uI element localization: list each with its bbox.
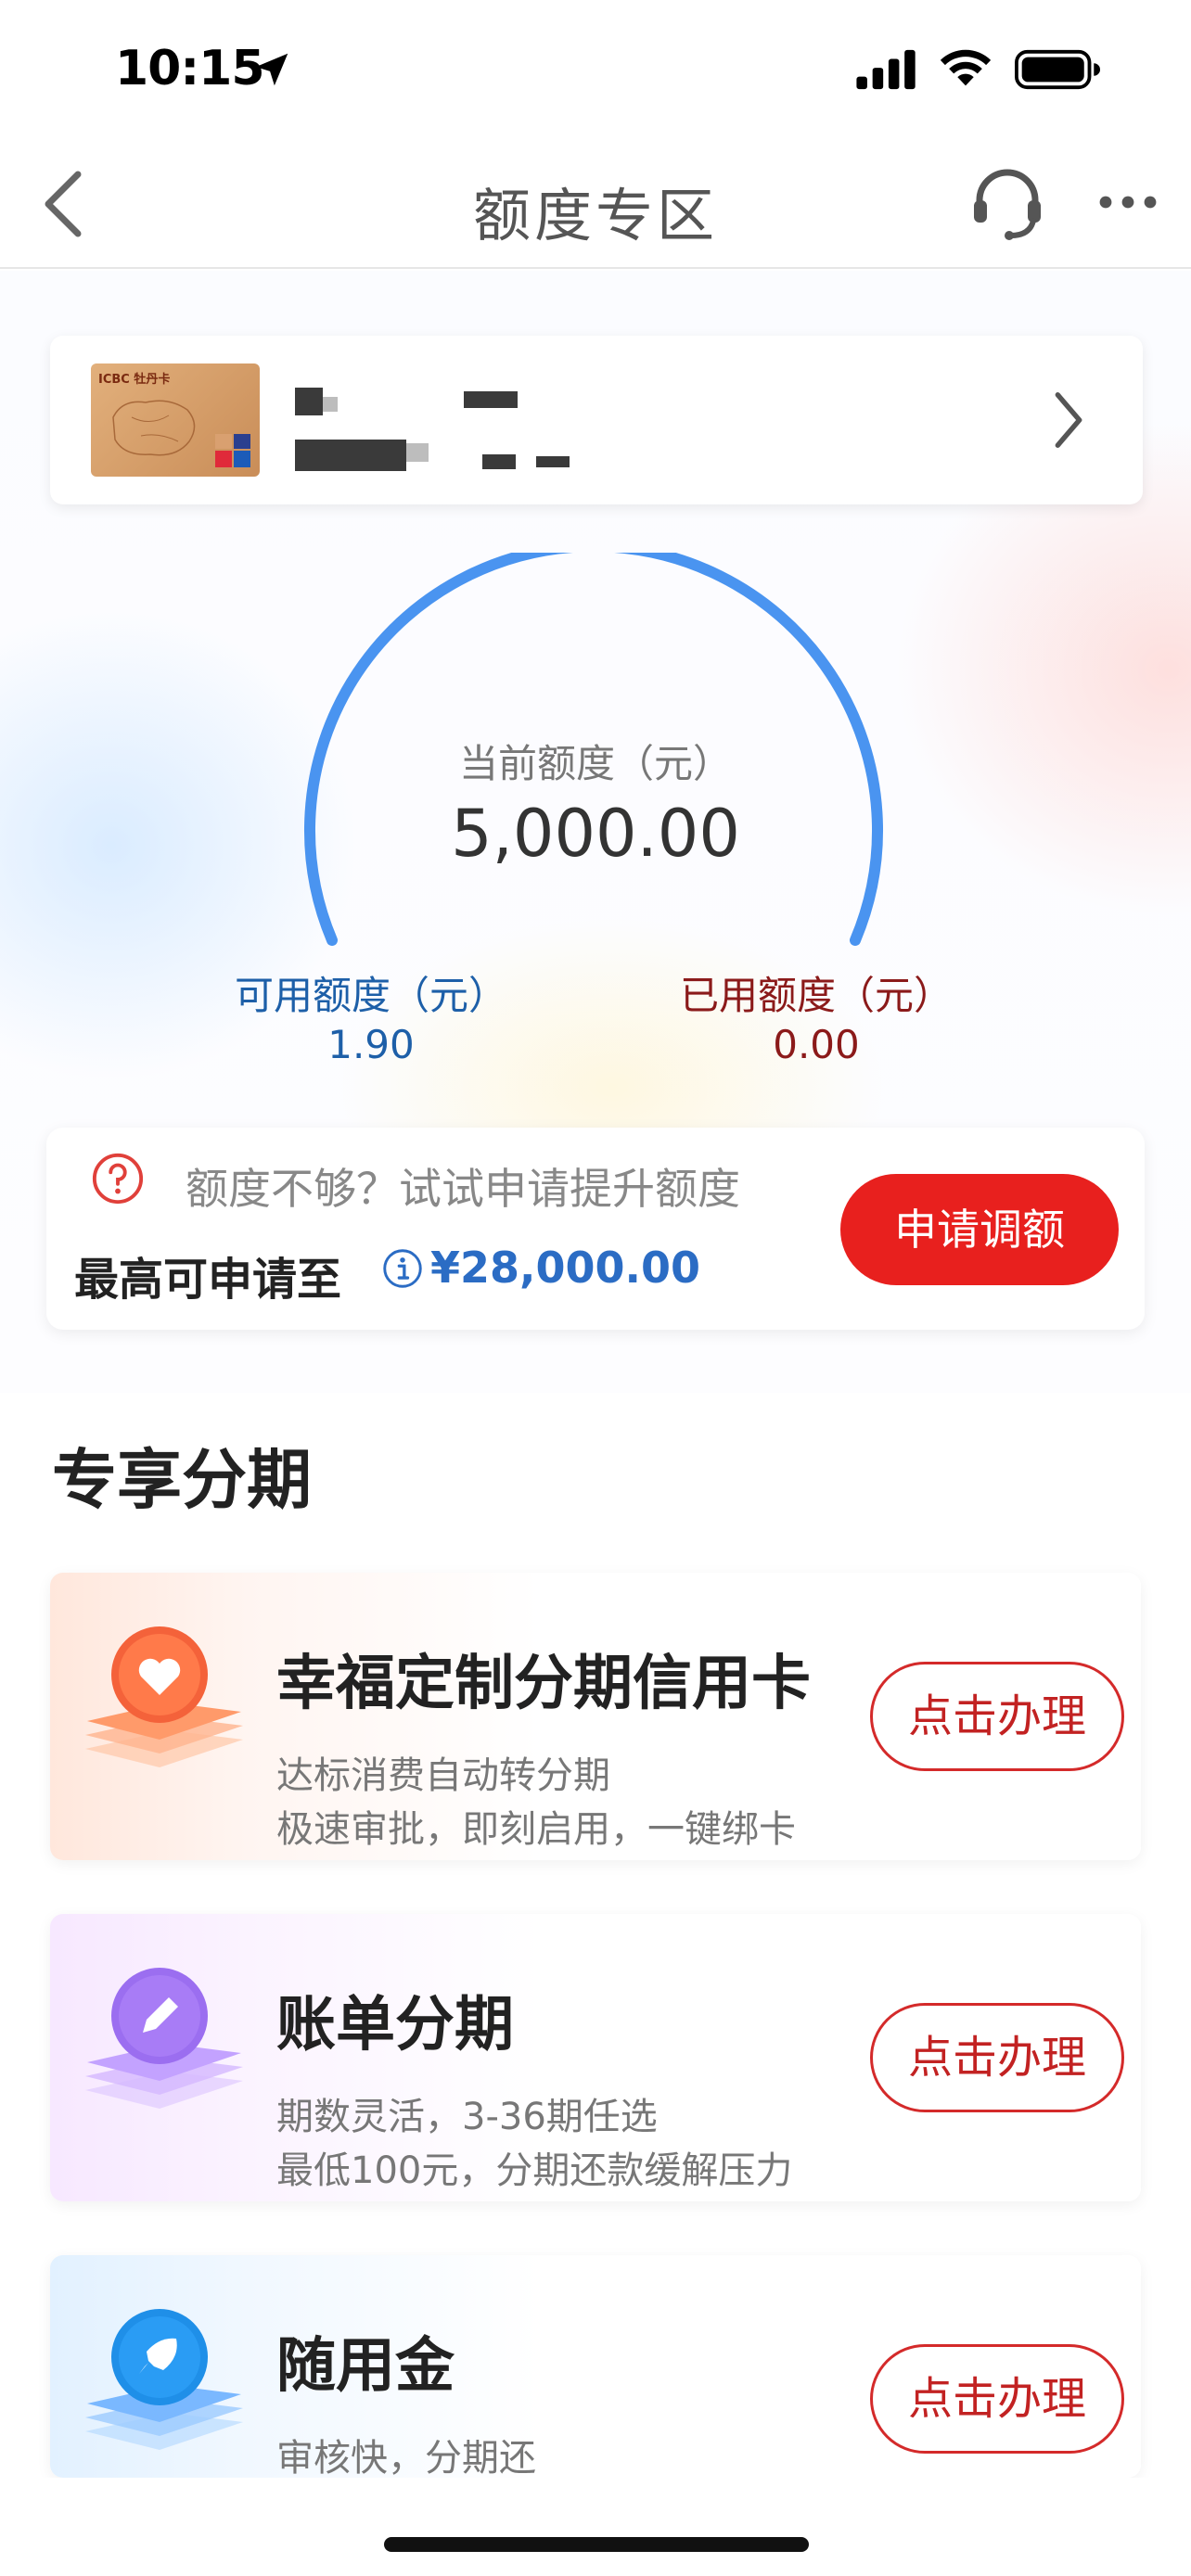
current-limit-value: 5,000.00 (451, 796, 740, 872)
masked-card-number (482, 454, 516, 469)
raise-prompt: 额度不够？试试申请提升额度 (186, 1164, 740, 1214)
card-brand: ICBC 牡丹卡 (98, 373, 171, 387)
bottom-safe-area (0, 2478, 1191, 2576)
question-icon (92, 1153, 144, 1205)
promo-title: 随用金 (276, 2332, 455, 2401)
headset-icon[interactable] (970, 165, 1044, 243)
masked-card-number (295, 440, 406, 471)
status-time: 10:15 (115, 41, 265, 96)
promo-description: 最低100元，分期还款缓解压力 (276, 2149, 793, 2192)
raise-limit-card: 额度不够？试试申请提升额度 最高可申请至 ¥28,000.00 申请调额 (46, 1128, 1145, 1330)
location-arrow-icon (255, 53, 288, 86)
status-bar: 10:15 (0, 0, 1191, 139)
masked-card-name (464, 391, 518, 408)
masked-card-number (536, 456, 570, 467)
masked-card-number (406, 443, 429, 462)
signal-icon (856, 49, 916, 90)
used-limit-label: 已用额度（元） (679, 973, 953, 1018)
promo-card-bill-installment[interactable]: 账单分期 期数灵活，3-36期任选 最低100元，分期还款缓解压力 点击办理 (50, 1914, 1141, 2201)
card-thumbnail: ICBC 牡丹卡 (91, 363, 260, 477)
available-limit-value: 1.90 (327, 1022, 415, 1067)
max-limit-label: 最高可申请至 (74, 1254, 342, 1306)
section-title: 专享分期 (52, 1442, 312, 1518)
promo-description: 达标消费自动转分期 (276, 1754, 610, 1797)
card-selector[interactable]: ICBC 牡丹卡 (50, 336, 1143, 504)
used-limit-value: 0.00 (773, 1022, 860, 1067)
masked-card-name (323, 397, 338, 412)
promo-description: 审核快，分期还 (276, 2437, 536, 2478)
max-limit-value: ¥28,000.00 (430, 1243, 701, 1293)
pencil-icon (85, 1968, 243, 2109)
promo-description: 极速审批，即刻启用，一键绑卡 (276, 1808, 796, 1851)
current-limit-label: 当前额度（元） (458, 741, 732, 786)
promo-apply-button[interactable]: 点击办理 (870, 1662, 1124, 1771)
wifi-icon (940, 49, 992, 86)
card-map-art (112, 400, 196, 456)
home-indicator[interactable] (384, 2537, 809, 2552)
promo-apply-button[interactable]: 点击办理 (870, 2344, 1124, 2454)
card-logo-blocks (215, 434, 250, 467)
apply-adjust-button[interactable]: 申请调额 (840, 1174, 1119, 1285)
masked-card-name (295, 388, 323, 415)
promo-card-easy-cash[interactable]: 随用金 审核快，分期还 点击办理 (50, 2255, 1141, 2478)
more-icon[interactable] (1098, 184, 1158, 221)
chevron-right-icon[interactable] (1050, 388, 1087, 453)
promo-title: 账单分期 (276, 1991, 514, 2060)
heart-icon (85, 1626, 243, 1767)
promo-title: 幸福定制分期信用卡 (276, 1650, 811, 1718)
promo-apply-button[interactable]: 点击办理 (870, 2003, 1124, 2112)
nav-bar: 额度专区 (0, 139, 1191, 269)
battery-icon (1015, 49, 1100, 90)
rocket-icon (85, 2309, 243, 2450)
info-icon[interactable] (382, 1248, 423, 1289)
promo-description: 期数灵活，3-36期任选 (276, 2096, 658, 2138)
promo-card-happiness[interactable]: 幸福定制分期信用卡 达标消费自动转分期 极速审批，即刻启用，一键绑卡 点击办理 (50, 1573, 1141, 1860)
available-limit-label: 可用额度（元） (234, 973, 507, 1018)
